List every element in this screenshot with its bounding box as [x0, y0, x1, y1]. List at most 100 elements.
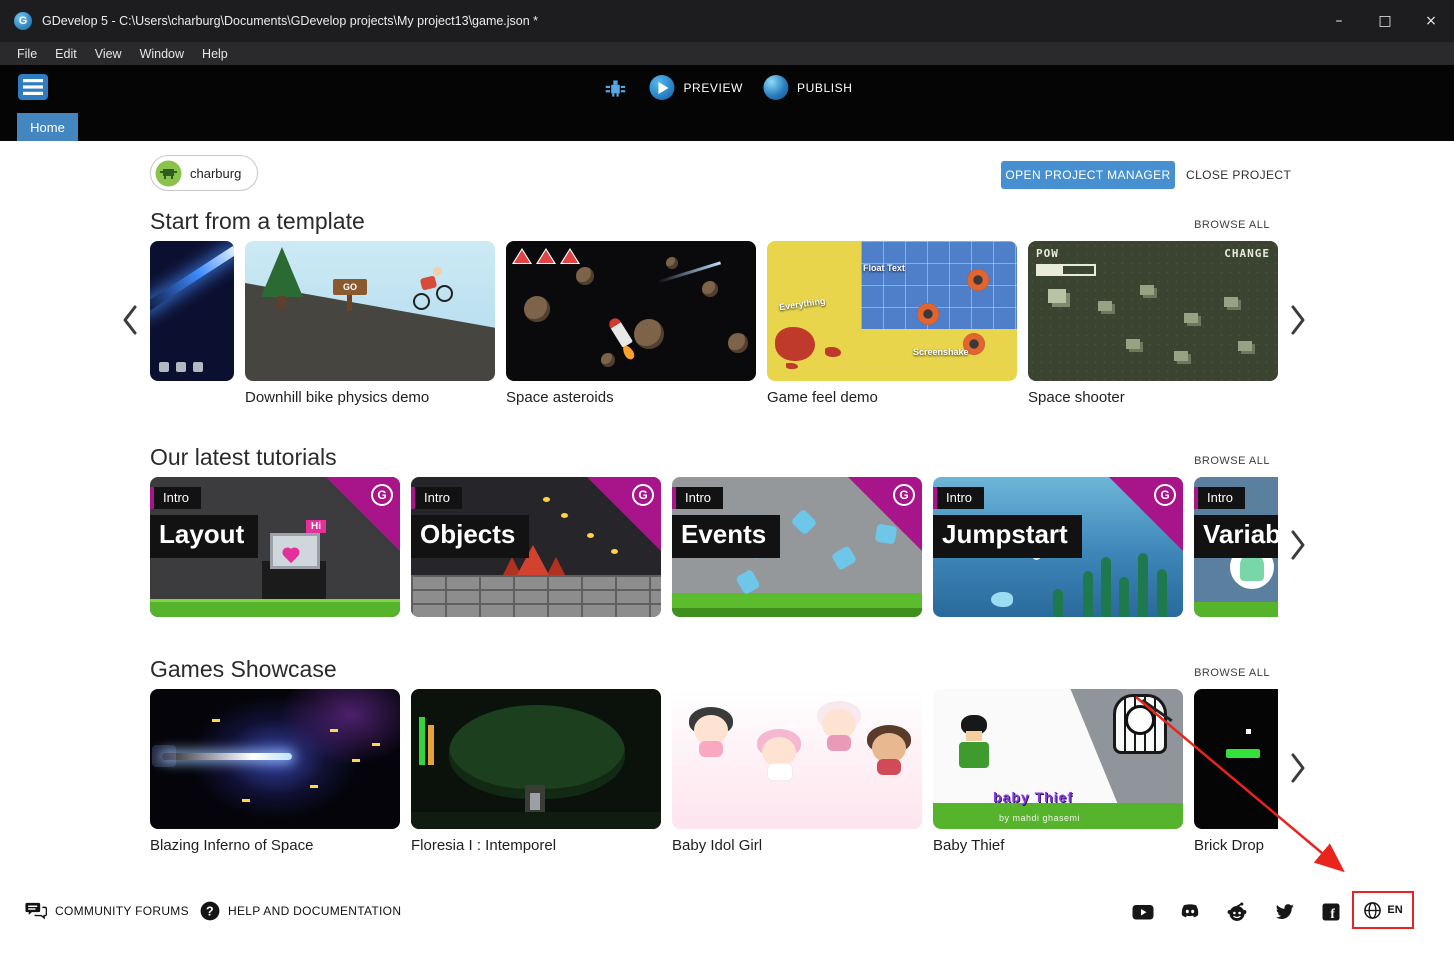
- tutorial-card-variables[interactable]: +1 G Intro Variables: [1194, 477, 1278, 617]
- tutorial-card-objects[interactable]: G Intro Objects: [411, 477, 661, 617]
- showcase-caption: Baby Idol Girl: [672, 837, 922, 854]
- card-wrap: +1 G Intro Variables: [1194, 477, 1278, 617]
- play-icon: [649, 75, 674, 100]
- template-caption: Downhill bike physics demo: [245, 389, 495, 406]
- close-project-button[interactable]: CLOSE PROJECT: [1186, 168, 1291, 182]
- overlay-label: Screenshake: [913, 347, 969, 357]
- thumbnail-art: [1194, 689, 1278, 829]
- showcase-card-floresia[interactable]: [411, 689, 661, 829]
- open-project-manager-button[interactable]: OPEN PROJECT MANAGER: [1001, 161, 1175, 189]
- debugger-button[interactable]: [601, 74, 629, 102]
- home-page: charburg OPEN PROJECT MANAGER CLOSE PROJ…: [0, 141, 1454, 963]
- menu-window[interactable]: Window: [131, 42, 193, 65]
- card-wrap: Baby Idol Girl: [672, 689, 922, 854]
- language-code: EN: [1387, 904, 1402, 916]
- project-manager-icon[interactable]: [18, 74, 50, 101]
- overlay-game-title: baby Thief: [993, 789, 1073, 805]
- svg-text:?: ?: [206, 904, 214, 918]
- tutorial-card-jumpstart[interactable]: G Intro Jumpstart: [933, 477, 1183, 617]
- overlay-label: CHANGE: [1224, 247, 1270, 260]
- close-button[interactable]: ×: [1408, 0, 1454, 42]
- tutorials-section-title: Our latest tutorials: [150, 444, 337, 471]
- templates-browse-all-link[interactable]: BROWSE ALL: [1194, 219, 1270, 231]
- publish-button[interactable]: PUBLISH: [763, 75, 853, 100]
- youtube-icon[interactable]: [1131, 900, 1155, 924]
- showcase-browse-all-link[interactable]: BROWSE ALL: [1194, 667, 1270, 679]
- twitter-icon[interactable]: [1272, 900, 1296, 924]
- username: charburg: [190, 166, 241, 181]
- forum-icon: [25, 901, 47, 921]
- card-wrap: GO Downhill bike physics demo: [245, 241, 495, 406]
- menu-view[interactable]: View: [86, 42, 131, 65]
- publish-globe-icon: [763, 75, 788, 100]
- tabbar: Home: [0, 110, 1454, 141]
- card-wrap: POW CHANGE Space: [1028, 241, 1278, 406]
- language-selector[interactable]: EN: [1352, 891, 1414, 929]
- help-documentation-label: HELP AND DOCUMENTATION: [228, 904, 401, 918]
- template-card-space-shooter[interactable]: POW CHANGE: [1028, 241, 1278, 381]
- templates-carousel: GO Downhill bike physics demo: [150, 241, 1278, 406]
- showcase-caption: Brick Drop: [1194, 837, 1278, 854]
- tutorial-title: Jumpstart: [933, 515, 1082, 558]
- tutorial-tag: Intro: [1194, 487, 1245, 509]
- showcase-card-baby-idol-girl[interactable]: [672, 689, 922, 829]
- community-forums-label: COMMUNITY FORUMS: [55, 904, 189, 918]
- templates-prev-arrow[interactable]: [120, 305, 140, 335]
- thumbnail-art: baby Thief by mahdi ghasemi: [933, 689, 1183, 829]
- card-wrap: G Intro Events: [672, 477, 922, 617]
- template-card-particle-demo[interactable]: [150, 241, 234, 381]
- user-profile-chip[interactable]: charburg: [150, 155, 258, 191]
- gdevelop-logo-icon: G: [632, 484, 654, 506]
- tutorial-tag: Intro: [411, 487, 462, 509]
- tutorial-card-events[interactable]: G Intro Events: [672, 477, 922, 617]
- tutorials-next-arrow[interactable]: [1288, 530, 1308, 560]
- titlebar: G GDevelop 5 - C:\Users\charburg\Documen…: [0, 0, 1454, 42]
- thumbnail-art: [411, 689, 661, 829]
- templates-section-title: Start from a template: [150, 208, 365, 235]
- maximize-button[interactable]: □: [1362, 0, 1408, 42]
- minimize-button[interactable]: –: [1316, 0, 1362, 42]
- showcase-card-baby-thief[interactable]: baby Thief by mahdi ghasemi: [933, 689, 1183, 829]
- overlay-label: POW: [1036, 247, 1059, 260]
- template-card-game-feel-demo[interactable]: Float Text Everything Screenshake: [767, 241, 1017, 381]
- tutorial-title: Layout: [150, 515, 258, 558]
- menu-file[interactable]: File: [8, 42, 46, 65]
- template-caption: Space shooter: [1028, 389, 1278, 406]
- showcase-card-brick-drop[interactable]: [1194, 689, 1278, 829]
- menubar: File Edit View Window Help: [0, 42, 1454, 65]
- templates-next-arrow[interactable]: [1288, 305, 1308, 335]
- svg-text:f: f: [1330, 906, 1335, 921]
- card-wrap: G Intro Jumpstart: [933, 477, 1183, 617]
- gdevelop-logo-icon: G: [893, 484, 915, 506]
- tutorials-section: Our latest tutorials BROWSE ALL Hi G Int…: [150, 441, 1278, 617]
- gdevelop-logo-icon: G: [371, 484, 393, 506]
- showcase-carousel: Blazing Inferno of Space Floresia I : In…: [150, 689, 1278, 854]
- toolbar: PREVIEW PUBLISH: [0, 65, 1454, 110]
- showcase-card-blazing-inferno[interactable]: [150, 689, 400, 829]
- window-controls: – □ ×: [1316, 0, 1454, 42]
- showcase-section: Games Showcase BROWSE ALL: [150, 653, 1278, 854]
- tutorials-browse-all-link[interactable]: BROWSE ALL: [1194, 455, 1270, 467]
- tutorial-card-layout[interactable]: Hi G Intro Layout: [150, 477, 400, 617]
- reddit-icon[interactable]: [1225, 900, 1249, 924]
- showcase-next-arrow[interactable]: [1288, 753, 1308, 783]
- thumbnail-art: GO: [245, 241, 495, 381]
- thumbnail-art: POW CHANGE: [1028, 241, 1278, 381]
- thumbnail-art: [150, 241, 234, 381]
- help-documentation-link[interactable]: ? HELP AND DOCUMENTATION: [200, 901, 401, 921]
- facebook-icon[interactable]: f: [1319, 900, 1343, 924]
- window-title: GDevelop 5 - C:\Users\charburg\Documents…: [42, 14, 538, 28]
- avatar: [155, 160, 182, 187]
- community-forums-link[interactable]: COMMUNITY FORUMS: [25, 901, 189, 921]
- menu-help[interactable]: Help: [193, 42, 237, 65]
- template-card-downhill-bike[interactable]: GO: [245, 241, 495, 381]
- help-icon: ?: [200, 901, 220, 921]
- card-wrap: baby Thief by mahdi ghasemi Baby Thief: [933, 689, 1183, 854]
- thumbnail-art: [506, 241, 756, 381]
- template-card-space-asteroids[interactable]: [506, 241, 756, 381]
- preview-button[interactable]: PREVIEW: [649, 75, 743, 100]
- template-caption: Game feel demo: [767, 389, 1017, 406]
- discord-icon[interactable]: [1178, 900, 1202, 924]
- menu-edit[interactable]: Edit: [46, 42, 86, 65]
- tab-home[interactable]: Home: [17, 113, 78, 141]
